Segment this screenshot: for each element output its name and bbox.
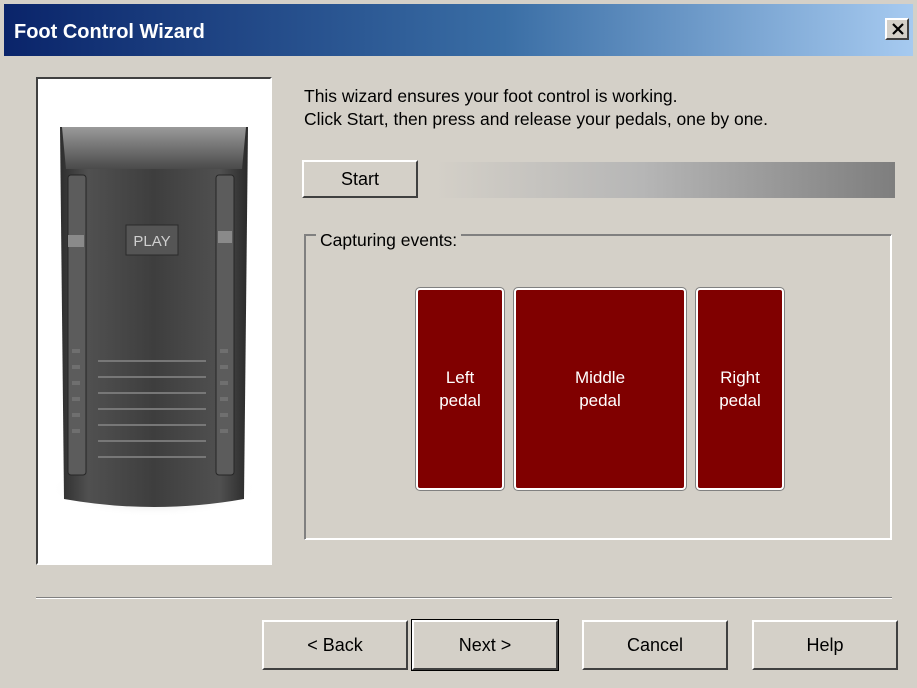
capturing-events-label: Capturing events:: [316, 230, 462, 251]
middle-pedal-indicator: Middle pedal: [513, 287, 687, 491]
cancel-button[interactable]: Cancel: [582, 620, 728, 670]
foot-control-image-frame: PLAY: [36, 77, 272, 565]
capture-progress-bar: [435, 162, 895, 198]
intro-line-1: This wizard ensures your foot control is…: [304, 86, 678, 106]
close-button[interactable]: [885, 18, 909, 40]
wizard-window: Foot Control Wizard PLAY This wizard ens…: [0, 0, 917, 688]
button-separator: [36, 597, 892, 599]
foot-control-device-image: PLAY: [50, 127, 258, 517]
next-button[interactable]: Next >: [411, 619, 559, 671]
intro-line-2: Click Start, then press and release your…: [304, 109, 769, 129]
play-label: PLAY: [133, 233, 170, 250]
left-pedal-indicator: Left pedal: [415, 287, 505, 491]
window-title: Foot Control Wizard: [14, 21, 205, 43]
close-icon: [892, 23, 904, 35]
intro-text: This wizard ensures your foot control is…: [304, 85, 894, 131]
right-pedal-indicator: Right pedal: [695, 287, 785, 491]
back-button[interactable]: < Back: [262, 620, 408, 670]
help-button[interactable]: Help: [752, 620, 898, 670]
title-bar[interactable]: Foot Control Wizard: [4, 4, 913, 56]
start-button[interactable]: Start: [302, 160, 418, 198]
